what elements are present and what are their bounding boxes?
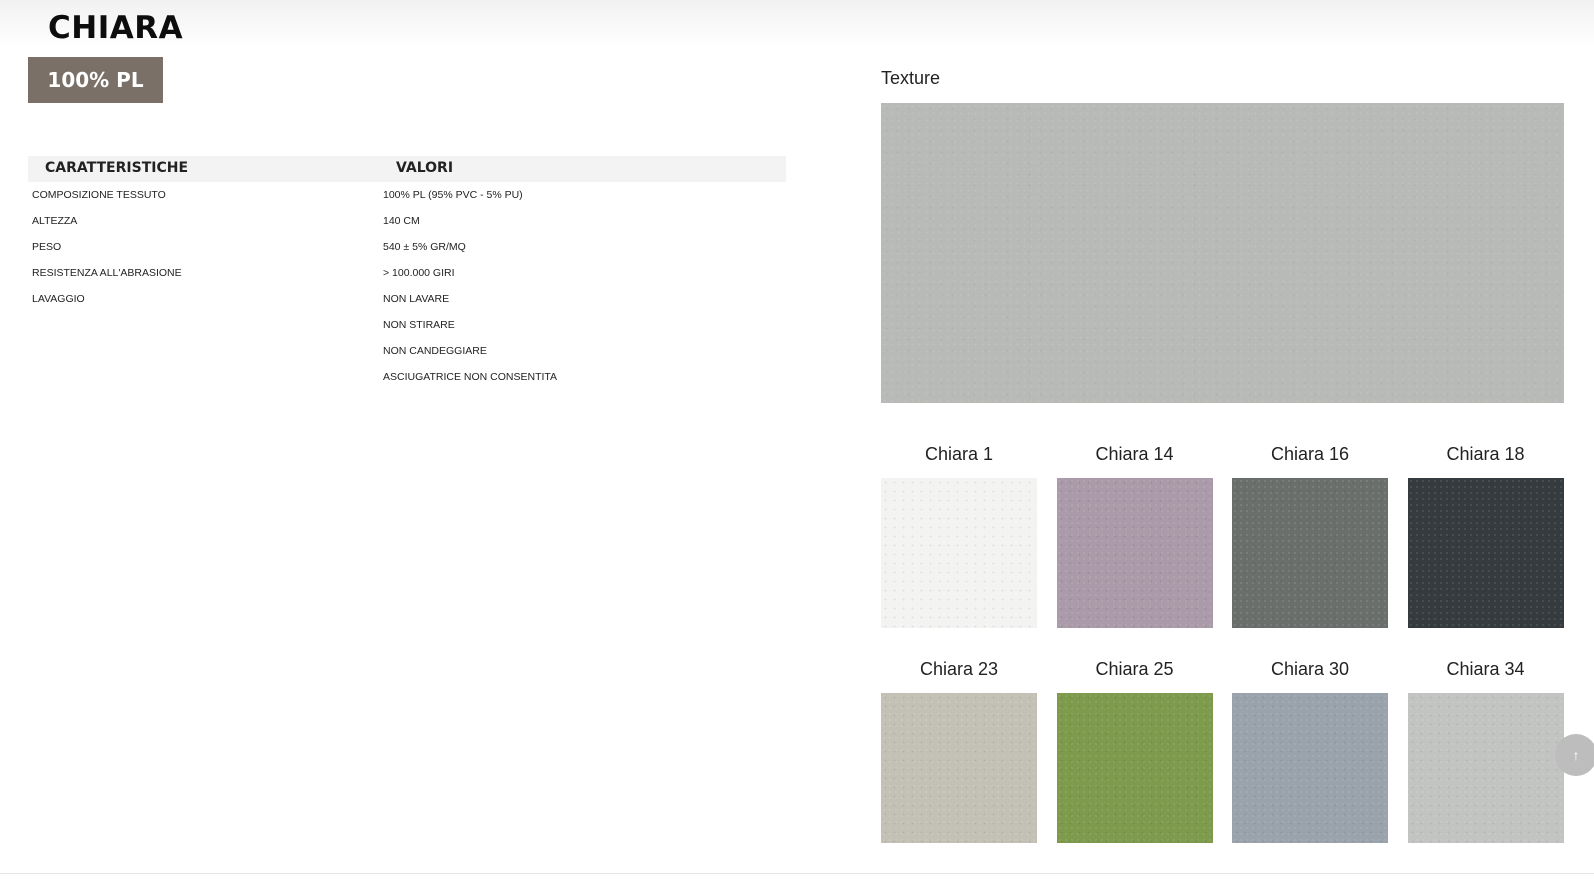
swatch-label: Chiara 16 [1270, 444, 1350, 464]
table-row: RESISTENZA ALL'ABRASIONE > 100.000 GIRI [28, 260, 786, 286]
swatch-item[interactable]: Chiara 16 [1232, 442, 1388, 628]
table-row: COMPOSIZIONE TESSUTO 100% PL (95% PVC - 5… [28, 182, 786, 208]
spec-key: RESISTENZA ALL'ABRASIONE [32, 267, 182, 279]
swatch-item[interactable]: Chiara 30 [1232, 657, 1388, 843]
swatch-color-chip[interactable] [1407, 693, 1564, 843]
swatch-color-chip[interactable] [881, 478, 1037, 628]
spec-key: PESO [32, 241, 62, 253]
spec-table: CARATTERISTICHE VALORI COMPOSIZIONE TESS… [28, 156, 786, 390]
table-row: NON STIRARE [28, 312, 786, 338]
arrow-up-icon: ↑ [1572, 747, 1580, 763]
product-title: CHIARA [48, 10, 184, 46]
spec-value: NON STIRARE [383, 319, 455, 331]
spec-value: 540 ± 5% GR/MQ [383, 241, 466, 253]
spec-value: 140 CM [383, 215, 420, 227]
spec-table-header: CARATTERISTICHE VALORI [28, 156, 786, 182]
table-row: ALTEZZA 140 CM [28, 208, 786, 234]
table-row: ASCIUGATRICE NON CONSENTITA [28, 364, 786, 390]
table-row: PESO 540 ± 5% GR/MQ [28, 234, 786, 260]
swatch-label: Chiara 1 [924, 444, 994, 464]
spec-value: NON LAVARE [383, 293, 450, 305]
swatch-label: Chiara 34 [1446, 659, 1525, 679]
swatch-item[interactable]: Chiara 14 [1056, 442, 1213, 628]
table-row: NON CANDEGGIARE [28, 338, 786, 364]
swatch-label: Chiara 23 [919, 659, 999, 679]
texture-label: Texture [881, 68, 941, 88]
spec-table-body: COMPOSIZIONE TESSUTO 100% PL (95% PVC - 5… [28, 182, 786, 390]
texture-image [881, 103, 1564, 403]
spec-value: 100% PL (95% PVC - 5% PU) [383, 189, 523, 201]
swatch-color-chip[interactable] [1232, 478, 1388, 628]
header-valori: VALORI [396, 160, 454, 176]
swatch-label: Chiara 25 [1095, 659, 1174, 679]
footer-divider [0, 873, 1594, 874]
header-background [0, 0, 1594, 48]
spec-value: ASCIUGATRICE NON CONSENTITA [383, 371, 558, 383]
header-caratteristiche: CARATTERISTICHE [45, 160, 189, 176]
swatch-label: Chiara 30 [1270, 659, 1350, 679]
spec-value: NON CANDEGGIARE [383, 345, 487, 357]
swatch-color-chip[interactable] [1407, 478, 1564, 628]
swatch-color-chip[interactable] [1056, 693, 1213, 843]
spec-value: > 100.000 GIRI [383, 267, 455, 279]
swatch-color-chip[interactable] [881, 693, 1037, 843]
composition-badge: 100% PL [28, 57, 163, 103]
swatch-item[interactable]: Chiara 23 [881, 657, 1037, 843]
swatch-color-chip[interactable] [1056, 478, 1213, 628]
swatch-item[interactable]: Chiara 18 [1407, 442, 1564, 628]
spec-key: ALTEZZA [32, 215, 78, 227]
swatch-item[interactable]: Chiara 1 [881, 442, 1037, 628]
spec-key: COMPOSIZIONE TESSUTO [32, 189, 166, 201]
swatch-label: Chiara 18 [1446, 444, 1525, 464]
swatch-label: Chiara 14 [1095, 444, 1174, 464]
spec-key: LAVAGGIO [32, 293, 85, 305]
table-row: LAVAGGIO NON LAVARE [28, 286, 786, 312]
scroll-to-top-button[interactable]: ↑ [1555, 734, 1594, 776]
swatch-item[interactable]: Chiara 34 [1407, 657, 1564, 843]
swatch-color-chip[interactable] [1232, 693, 1388, 843]
swatch-item[interactable]: Chiara 25 [1056, 657, 1213, 843]
